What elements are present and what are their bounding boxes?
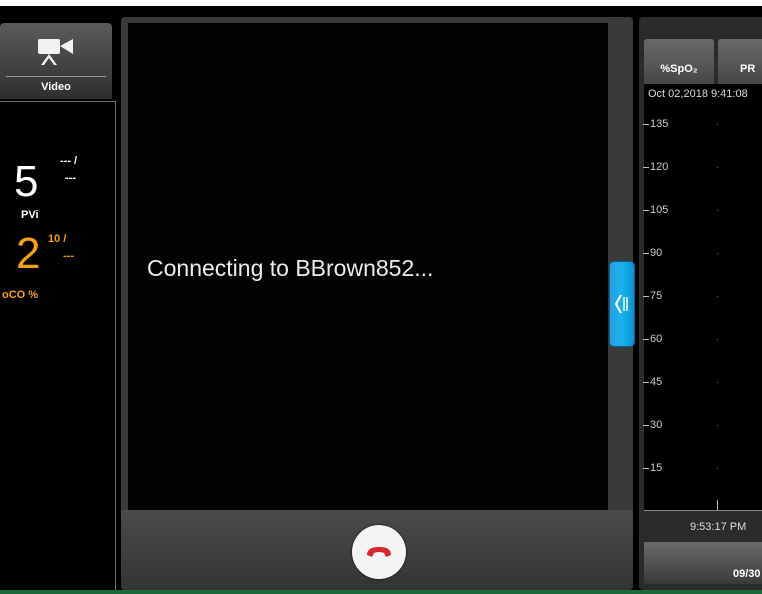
grid-dot	[717, 124, 718, 125]
end-call-button[interactable]	[352, 525, 406, 579]
y-tick	[643, 253, 649, 254]
y-tick-label: 30	[650, 419, 663, 431]
y-tick	[643, 382, 649, 383]
collapse-panel-tab[interactable]	[609, 261, 635, 347]
pvi-label: PVi	[21, 209, 39, 221]
y-tick	[643, 124, 649, 125]
y-tick-label: 15	[650, 462, 663, 474]
grid-dot	[717, 468, 718, 469]
spoc-label: oCO %	[2, 289, 39, 301]
y-tick	[643, 296, 649, 297]
y-tick	[643, 210, 649, 211]
grid-dot	[717, 425, 718, 426]
grid-dot	[717, 167, 718, 168]
end-call-icon	[367, 547, 391, 557]
spoc-value[interactable]: 2	[16, 232, 40, 276]
grid-dot	[717, 253, 718, 254]
grid-dot	[717, 339, 718, 340]
chevron-left-icon	[614, 294, 628, 314]
y-tick-label: 120	[650, 161, 669, 173]
y-tick-label: 135	[650, 118, 669, 130]
date-label: 09/30	[733, 568, 761, 580]
y-tick-label: 90	[650, 247, 663, 259]
spoc-alarm-high: 10 /	[48, 233, 67, 245]
spoc-alarm-low: ---	[63, 250, 74, 262]
pvi-alarm-high: --- /	[60, 155, 78, 167]
y-tick	[643, 425, 649, 426]
grid-dot	[717, 382, 718, 383]
tab-spo2-label: %SpO₂	[660, 63, 698, 75]
time-axis-label: 9:53:17 PM	[690, 521, 747, 533]
grid-dot	[717, 210, 718, 211]
y-tick-label: 45	[650, 376, 663, 388]
y-tick	[643, 339, 649, 340]
bottom-border	[0, 590, 762, 594]
trend-timestamp: Oct 02,2018 9:41:08	[648, 88, 748, 100]
grid-dot	[717, 296, 718, 297]
top-border	[0, 0, 762, 6]
tab-divider	[6, 76, 106, 77]
y-tick	[643, 468, 649, 469]
time-tick	[717, 500, 718, 510]
tab-pr-label: PR	[740, 63, 756, 75]
y-tick-label: 60	[650, 333, 663, 345]
y-tick-label: 75	[650, 290, 663, 302]
video-camera-icon	[38, 39, 73, 65]
pvi-alarm-low: ---	[65, 172, 76, 184]
y-tick	[643, 167, 649, 168]
video-tab-label: Video	[41, 81, 71, 93]
connection-status: Connecting to BBrown852...	[147, 255, 434, 281]
time-axis	[644, 510, 762, 511]
pvi-value[interactable]: 5	[14, 160, 38, 204]
y-tick-label: 105	[650, 204, 669, 216]
